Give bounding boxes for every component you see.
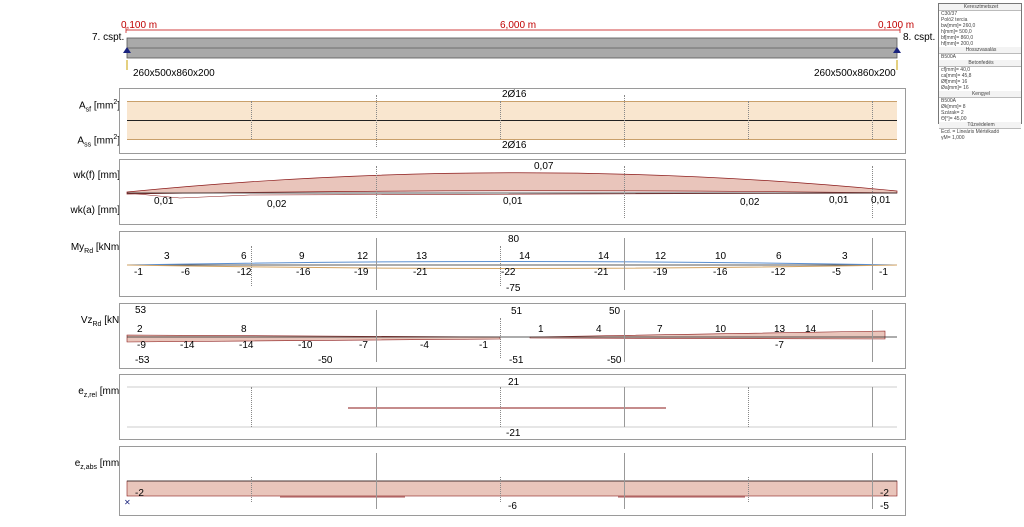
value-label: -1 bbox=[134, 267, 143, 278]
ezrel-min: -21 bbox=[506, 428, 521, 439]
wk-max: 0,07 bbox=[534, 161, 554, 172]
side-info-row: γM= 1,000 bbox=[941, 135, 965, 141]
value-label: 2 bbox=[137, 324, 143, 335]
value-label: -16 bbox=[296, 267, 311, 278]
moment-panel: 80 -75 3 6 9 12 13 14 14 12 10 6 3 -1 -6 -12 -16 -19 -2… bbox=[119, 231, 906, 297]
value-label: 6 bbox=[776, 251, 782, 262]
value-label: -7 bbox=[775, 340, 784, 351]
reinforcement-panel: 2Ø16 2Ø16 bbox=[119, 88, 906, 154]
value-label: -6 bbox=[181, 267, 190, 278]
vz-bot-0: -53 bbox=[135, 355, 150, 366]
ezabs-min: -6 bbox=[508, 501, 517, 512]
ezrel-max: 21 bbox=[508, 377, 520, 388]
value-label: -22 bbox=[501, 267, 516, 278]
value-label: -21 bbox=[413, 267, 428, 278]
vz-bot-3: -50 bbox=[607, 355, 622, 366]
wk-v6: 0,01 bbox=[871, 195, 891, 206]
ezabs-panel: -2 -2 -6 -5 ✕ bbox=[119, 446, 906, 516]
value-label: -14 bbox=[239, 340, 254, 351]
value-label: 14 bbox=[519, 251, 531, 262]
asf-label: Asf [mm2] bbox=[78, 99, 120, 114]
value-label: -1 bbox=[879, 267, 888, 278]
wka-label: wk(a) [mm] bbox=[70, 205, 120, 216]
value-label: -9 bbox=[137, 340, 146, 351]
section-right: 260x500x860x200 bbox=[814, 68, 896, 79]
value-label: -7 bbox=[359, 340, 368, 351]
side-info-row: Keresztmetszet bbox=[939, 4, 1021, 11]
vz-top-1: 51 bbox=[511, 306, 523, 317]
vz-bot-1: -50 bbox=[318, 355, 333, 366]
node-marker-icon: ✕ bbox=[124, 498, 131, 507]
my-max: 80 bbox=[508, 234, 520, 245]
wk-v1: 0,01 bbox=[154, 196, 174, 207]
my-min: -75 bbox=[506, 283, 521, 294]
ezabs-right-bottom: -5 bbox=[880, 501, 889, 512]
value-label: -5 bbox=[832, 267, 841, 278]
value-label: -21 bbox=[594, 267, 609, 278]
ezrel-label: ez,rel [mm] bbox=[78, 386, 122, 399]
wk-v3: 0,01 bbox=[503, 196, 523, 207]
vzrd-label: VzRd [kN] bbox=[80, 315, 122, 328]
side-info-row: Kengyel bbox=[939, 91, 1021, 98]
ezrel-panel: 21 -21 bbox=[119, 374, 906, 440]
value-label: 9 bbox=[299, 251, 305, 262]
value-label: -12 bbox=[771, 267, 786, 278]
value-label: 12 bbox=[655, 251, 667, 262]
value-label: 8 bbox=[241, 324, 247, 335]
crack-width-panel: 0,07 0,01 0,02 0,01 0,02 0,01 0,01 bbox=[119, 159, 906, 225]
ass-value: 2Ø16 bbox=[502, 140, 527, 151]
crack-width-diagram bbox=[126, 172, 898, 199]
value-label: 1 bbox=[538, 324, 544, 335]
shear-panel: 53 51 50 2 8 1 4 7 10 13 14 -9 -14 -14 -10 -7 -4 -1 -7… bbox=[119, 303, 906, 369]
vz-top-2: 50 bbox=[609, 306, 621, 317]
value-label: 3 bbox=[164, 251, 170, 262]
value-label: -19 bbox=[653, 267, 668, 278]
value-label: 3 bbox=[842, 251, 848, 262]
myrd-label: MyRd [kNm] bbox=[70, 242, 122, 255]
value-label: 13 bbox=[774, 324, 786, 335]
value-label: -19 bbox=[354, 267, 369, 278]
wk-v2: 0,02 bbox=[267, 199, 287, 210]
value-label: -16 bbox=[713, 267, 728, 278]
value-label: 4 bbox=[596, 324, 602, 335]
side-info-row: Hosszvasalás bbox=[939, 47, 1021, 54]
value-label: -12 bbox=[237, 267, 252, 278]
vz-top-0: 53 bbox=[135, 305, 147, 316]
wk-v5: 0,01 bbox=[829, 195, 849, 206]
section-info-table: Keresztmetszet C30/37 Poló2 tercia bw[mm]= … bbox=[938, 3, 1022, 141]
ezabs-left: -2 bbox=[135, 488, 144, 499]
value-label: 10 bbox=[715, 324, 727, 335]
section-left: 260x500x860x200 bbox=[133, 68, 215, 79]
value-label: -14 bbox=[180, 340, 195, 351]
value-label: 6 bbox=[241, 251, 247, 262]
value-label: 14 bbox=[598, 251, 610, 262]
value-label: 14 bbox=[805, 324, 817, 335]
value-label: 10 bbox=[715, 251, 727, 262]
value-label: 13 bbox=[416, 251, 428, 262]
side-info-row: Betonfedés bbox=[939, 60, 1021, 67]
side-info-row: Tűzvédelem bbox=[939, 122, 1021, 129]
wkf-label: wk(f) [mm] bbox=[73, 170, 120, 181]
ezabs-label: ez,abs [mm] bbox=[74, 458, 122, 471]
ass-label: Ass [mm2] bbox=[77, 134, 120, 149]
ezabs-right: -2 bbox=[880, 488, 889, 499]
asf-value: 2Ø16 bbox=[502, 89, 527, 100]
vz-bot-2: -51 bbox=[509, 355, 524, 366]
value-label: 12 bbox=[357, 251, 369, 262]
value-label: -1 bbox=[479, 340, 488, 351]
value-label: -10 bbox=[298, 340, 313, 351]
value-label: -4 bbox=[420, 340, 429, 351]
wk-v4: 0,02 bbox=[740, 197, 760, 208]
value-label: 7 bbox=[657, 324, 663, 335]
